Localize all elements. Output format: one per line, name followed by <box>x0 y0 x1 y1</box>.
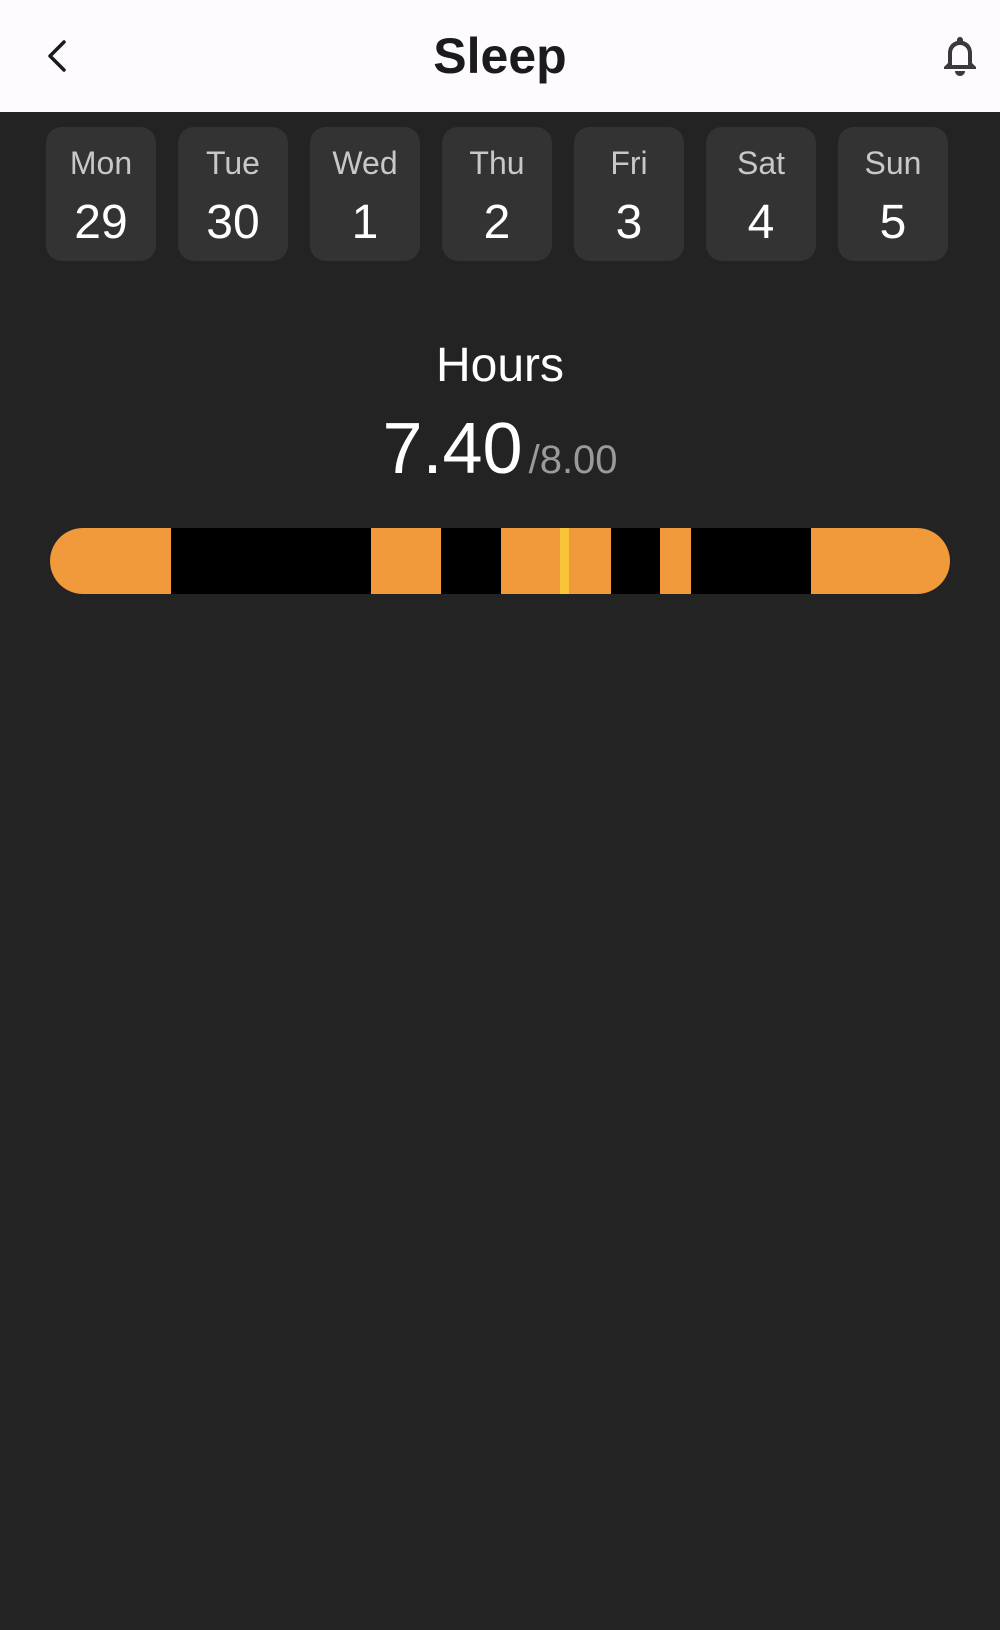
sleep-segment-awake <box>569 528 611 594</box>
sleep-segment-deep <box>610 528 661 594</box>
day-chip-sun[interactable]: Sun 5 <box>838 127 948 261</box>
hours-label: Hours <box>435 339 565 392</box>
sleep-segment-awake <box>500 528 561 594</box>
sleep-segment-deep <box>170 528 372 594</box>
hours-summary: 7.40/8.00 <box>0 408 1000 490</box>
day-date: 2 <box>483 196 511 249</box>
sleep-segment-awake <box>371 528 441 594</box>
hours-value: 7.40 <box>382 409 523 489</box>
sleep-segment-awake <box>50 528 171 594</box>
day-name: Sat <box>736 145 786 181</box>
day-chip-sat[interactable]: Sat 4 <box>706 127 816 261</box>
day-chip-tue[interactable]: Tue 30 <box>178 127 288 261</box>
day-chip-thu[interactable]: Thu 2 <box>442 127 552 261</box>
day-date: 1 <box>351 196 379 249</box>
sleep-segment-marker <box>560 528 570 594</box>
sleep-segment-awake <box>810 528 950 594</box>
hours-goal: /8.00 <box>528 438 618 482</box>
day-date: 5 <box>879 196 907 249</box>
day-chip-wed[interactable]: Wed 1 <box>310 127 420 261</box>
day-date: 29 <box>74 196 128 249</box>
day-date: 4 <box>747 196 775 249</box>
week-day-selector: Mon 29 Tue 30 Wed 1 Thu 2 Fri 3 Sat 4 Su… <box>46 127 956 261</box>
day-date: 30 <box>206 196 260 249</box>
day-name: Mon <box>69 145 133 181</box>
day-chip-mon[interactable]: Mon 29 <box>46 127 156 261</box>
day-name: Wed <box>332 145 398 181</box>
bell-icon <box>944 37 976 76</box>
app-bar: Sleep <box>0 0 1000 112</box>
day-name: Thu <box>469 145 525 181</box>
sleep-segment-deep <box>440 528 501 594</box>
day-name: Sun <box>864 145 922 181</box>
day-name: Tue <box>206 145 260 181</box>
notifications-button[interactable] <box>930 26 990 86</box>
page-title: Sleep <box>433 28 567 84</box>
sleep-timeline-bar <box>50 528 950 594</box>
sleep-segment-awake <box>660 528 691 594</box>
sleep-segment-deep <box>690 528 811 594</box>
day-chip-fri[interactable]: Fri 3 <box>574 127 684 261</box>
day-date: 3 <box>615 196 643 249</box>
day-name: Fri <box>610 145 648 181</box>
